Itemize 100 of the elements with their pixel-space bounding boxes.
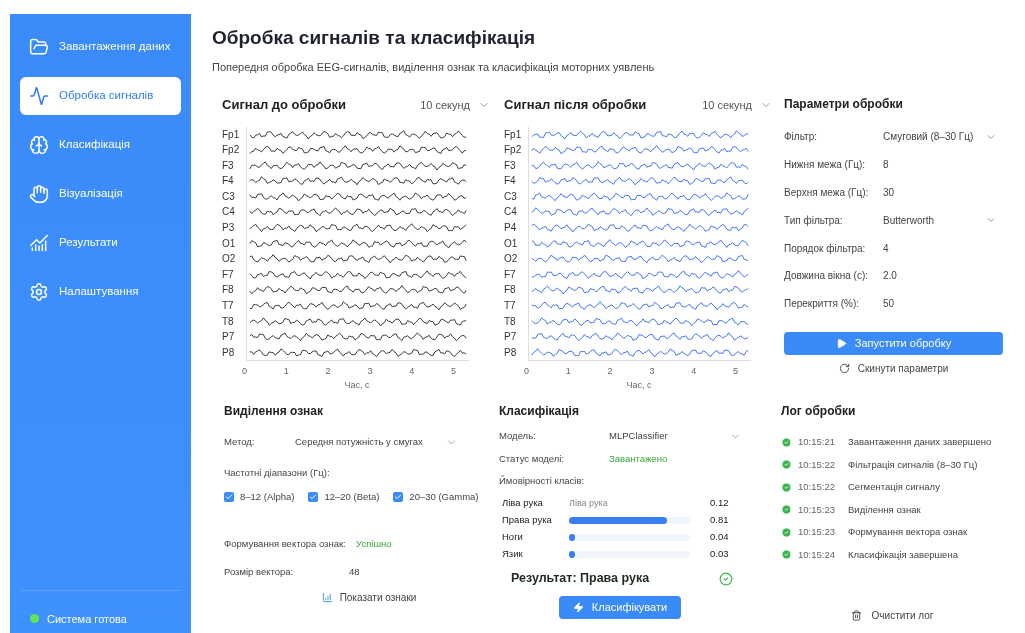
axis-tick: 0: [242, 365, 247, 379]
method-select[interactable]: Середня потужність у смугах: [295, 435, 457, 450]
channel-label: O2: [222, 252, 237, 267]
axis-tick: 2: [325, 365, 331, 379]
field-value: 48: [349, 565, 360, 580]
reset-button[interactable]: Скинути параметри: [838, 360, 949, 376]
success-icon: [781, 549, 792, 561]
class-name: Язик: [502, 547, 524, 562]
panel-title: Сигнал після обробки: [504, 96, 647, 114]
input-field[interactable]: 30: [883, 185, 1003, 200]
input-field[interactable]: 2.0: [883, 268, 1003, 284]
section-title: Лог обробки: [781, 403, 857, 421]
section-title: Класифікація: [499, 403, 580, 421]
channel-label: C4: [504, 205, 518, 220]
log-time: 10:15:23: [798, 502, 836, 517]
axis-tick: 1: [565, 365, 571, 379]
probability-value: 0.81: [710, 513, 729, 528]
check-icon: [394, 493, 403, 502]
input-field[interactable]: 8: [883, 157, 1003, 173]
channel-label: F8: [222, 283, 235, 298]
checkbox[interactable]: [224, 492, 234, 503]
channel-label: P3: [222, 221, 236, 236]
axis-tick: 0: [524, 365, 529, 379]
channel-label: O1: [504, 236, 519, 251]
reset-icon: [838, 362, 850, 374]
channel-label: Fp2: [504, 143, 523, 158]
check-icon: [309, 493, 318, 502]
log-message: Формування вектора ознак: [848, 525, 968, 540]
channel-label: F3: [222, 158, 235, 173]
input-field[interactable]: 4: [883, 240, 1003, 256]
range-select[interactable]: 10 секунд: [420, 96, 490, 113]
success-icon: [781, 504, 792, 516]
channel-label: F4: [222, 174, 235, 189]
channel-label: O2: [504, 252, 519, 267]
log-message: Виділення ознак: [848, 502, 921, 517]
status-value: Завантажено: [609, 451, 668, 466]
field-label: Модель:: [499, 429, 537, 444]
channel-label: P8: [222, 345, 236, 360]
clear-log-button[interactable]: Очистити лог: [850, 608, 934, 623]
channel-label: F7: [504, 267, 517, 282]
checkbox[interactable]: [308, 492, 319, 503]
axis-tick: 4: [409, 365, 415, 379]
lightning-icon: [572, 601, 584, 613]
channel-label: T7: [504, 299, 517, 314]
channel-label: T8: [504, 314, 517, 329]
checkbox[interactable]: [393, 492, 404, 503]
axis-tick: 4: [691, 365, 697, 379]
success-icon: [781, 526, 792, 538]
field-label: Фільтр:: [784, 130, 818, 145]
log-message: Фільтрація сигналів (8–30 Гц): [848, 457, 978, 472]
field-label: Метод:: [224, 435, 256, 450]
class-name: Ноги: [502, 530, 524, 545]
result-text: Результат: Права рука: [511, 570, 650, 588]
success-icon: [781, 481, 792, 493]
axis-tick: 3: [649, 365, 655, 379]
log-time: 10:15:23: [798, 525, 836, 540]
channel-label: F3: [504, 158, 517, 173]
field-label: Нижня межа (Гц):: [784, 158, 867, 173]
check-circle-icon: [719, 571, 733, 586]
select-field[interactable]: Смуговий (8–30 Гц): [883, 129, 1003, 145]
checkbox-label: 8–12 (Alpha): [240, 489, 295, 504]
chart-icon: [29, 233, 49, 253]
success-icon: [781, 436, 792, 448]
panel-title: Параметри обробки: [784, 96, 904, 113]
show-features-button[interactable]: Показати ознаки: [281, 590, 417, 605]
field-label: Частотні діапазони (Гц):: [224, 465, 331, 480]
field-label: Довжина вікна (с):: [784, 269, 869, 284]
checkbox-label: 20–30 (Gamma): [409, 489, 479, 504]
axis-label: Час, с: [343, 378, 371, 392]
panel-title: Сигнал до обробки: [222, 96, 346, 114]
probability-value: 0.12: [710, 496, 729, 511]
nav-item[interactable]: Обробка сигналів: [20, 77, 181, 115]
channel-label: T7: [222, 299, 235, 314]
input-field[interactable]: 50: [883, 296, 1003, 312]
log-message: Сегментація сигналу: [848, 480, 940, 495]
channel-label: O1: [222, 236, 237, 251]
trash-icon: [850, 610, 862, 621]
section-title: Виділення ознак: [224, 403, 325, 421]
channel-label: P7: [504, 330, 518, 345]
channel-label: F7: [222, 267, 235, 282]
probability-value: 0.03: [710, 547, 729, 562]
bar-chart-icon: [321, 592, 333, 603]
field-label: Розмір вектора:: [224, 565, 295, 580]
field-label: Ймовірності класів:: [499, 473, 586, 488]
log-message: Класифікація завершена: [848, 547, 958, 562]
select-field[interactable]: Butterworth: [883, 212, 1003, 228]
channel-label: C3: [222, 189, 236, 204]
axis-tick: 5: [451, 365, 456, 379]
folder-icon: [29, 37, 49, 57]
range-select[interactable]: 10 секунд: [702, 96, 772, 113]
axis-tick: 5: [733, 365, 738, 379]
model-select[interactable]: MLPClassifier: [609, 429, 741, 444]
page-subtitle: Попередня обробка EEG-сигналів, виділення ознак та класифікація моторних уявлень: [212, 59, 656, 75]
channel-label: F8: [504, 283, 517, 298]
channel-label: Fp1: [504, 127, 523, 142]
axis-tick: 3: [367, 365, 373, 379]
bar-label: Ліва рука: [569, 497, 608, 508]
log-time: 10:15:24: [798, 547, 836, 562]
play-icon: [835, 337, 847, 349]
log-time: 10:15:22: [798, 457, 836, 472]
